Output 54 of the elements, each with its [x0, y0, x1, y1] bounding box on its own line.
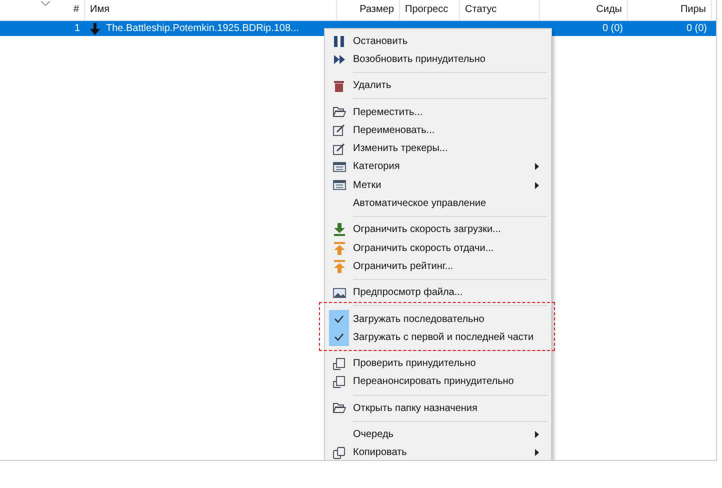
menu-item[interactable]: Удалить: [327, 76, 549, 95]
column-header[interactable]: Пиры: [628, 0, 712, 20]
menu-item[interactable]: Копировать: [327, 444, 549, 460]
menu-item[interactable]: Возобновить принудительно: [327, 50, 549, 69]
table-cell-text: 1: [74, 22, 80, 36]
menu-item[interactable]: Проверить принудительно: [327, 354, 549, 373]
edit-icon: [333, 142, 345, 155]
table-cell-text: 0 (0): [686, 22, 707, 36]
fast-forward-icon: [334, 54, 344, 64]
edit-icon: [333, 124, 345, 136]
menu-item[interactable]: Переанонсировать принудительно: [327, 372, 549, 392]
menu-item[interactable]: Метки: [327, 176, 549, 194]
menu-item[interactable]: Переименовать...: [327, 121, 549, 140]
list-icon: [332, 180, 346, 190]
submenu-arrow-icon: [535, 430, 539, 438]
checkmark-icon: [329, 328, 349, 346]
pause-icon: [334, 36, 344, 47]
menu-item[interactable]: Ограничить скорость загрузки...: [327, 220, 549, 239]
column-header[interactable]: Имя: [85, 0, 337, 20]
menu-item[interactable]: Открыть папку назначения: [327, 399, 549, 418]
menu-item[interactable]: Категория: [327, 158, 549, 176]
folder-icon: [332, 403, 346, 414]
menu-item[interactable]: Загружать последовательно: [327, 310, 549, 328]
upload-icon: [334, 260, 344, 273]
submenu-arrow-icon: [535, 182, 539, 189]
download-icon: [334, 223, 344, 236]
column-header[interactable]: #: [0, 0, 85, 20]
table-cell-text: The.Battleship.Potemkin.1925.BDRip.108...: [106, 22, 299, 36]
list-icon: [332, 162, 346, 172]
column-header[interactable]: Статус: [460, 0, 540, 20]
menu-item[interactable]: Изменить трекеры...: [327, 139, 549, 158]
folder-icon: [332, 107, 346, 118]
table-cell-text: 0 (0): [602, 22, 623, 36]
menu-item[interactable]: Автоматическое управление: [327, 194, 549, 213]
upload-icon: [334, 242, 344, 255]
menu-item[interactable]: Ограничить рейтинг...: [327, 257, 549, 276]
submenu-arrow-icon: [535, 449, 539, 456]
download-arrow-icon: [90, 22, 100, 34]
menu-item[interactable]: Предпросмотр файла...: [327, 284, 549, 302]
sort-caret-icon: [41, 1, 50, 6]
submenu-arrow-icon: [535, 163, 539, 170]
recheck-icon: [333, 358, 345, 370]
menu-item[interactable]: Переместить...: [327, 102, 549, 122]
trash-icon: [334, 80, 344, 92]
column-header[interactable]: Прогресс: [400, 0, 460, 20]
menu-item[interactable]: Остановить: [327, 32, 549, 50]
menu-item[interactable]: Загружать с первой и последней части: [327, 328, 549, 346]
column-header[interactable]: Размер: [337, 0, 400, 20]
menu-item[interactable]: Очередь: [327, 425, 549, 444]
column-header[interactable]: Сиды: [540, 0, 628, 20]
image-icon: [332, 288, 346, 298]
menu-item[interactable]: Ограничить скорость отдачи...: [327, 238, 549, 258]
recheck-icon: [333, 376, 345, 388]
checkmark-icon: [329, 310, 349, 328]
